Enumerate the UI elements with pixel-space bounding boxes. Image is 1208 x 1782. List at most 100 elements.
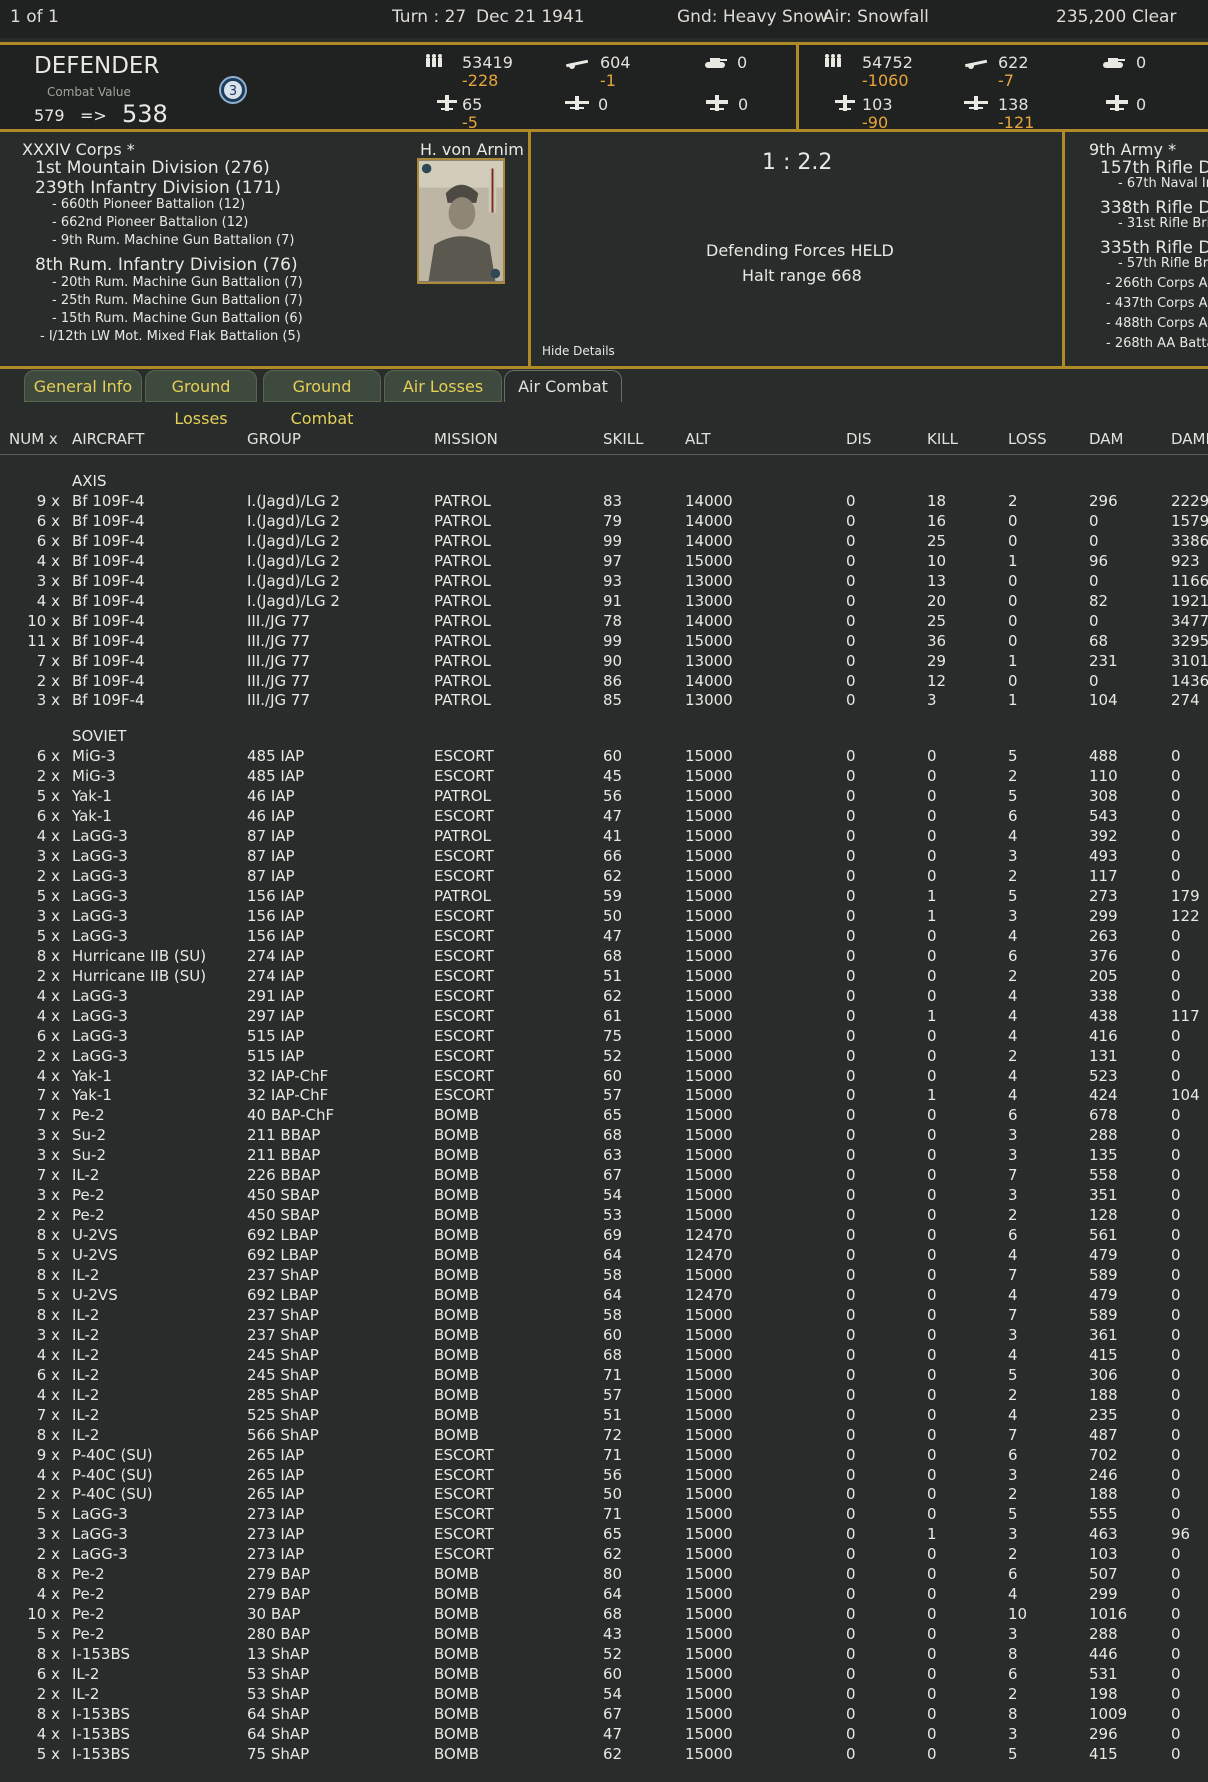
table-row[interactable]: 10 x Bf 109F-4 III./JG 77 PATROL 78 14000 0 25 0… xyxy=(0,612,1208,632)
table-row[interactable]: 8 x I-153BS 64 ShAP BOMB 67 15000 0 0 8 1009 0 xyxy=(0,1705,1208,1725)
table-row[interactable]: 3 x Bf 109F-4 I.(Jagd)/LG 2 PATROL 93 13000 0 1… xyxy=(0,572,1208,592)
subunit-entry[interactable]: - 67th Naval Inf xyxy=(1118,176,1208,191)
table-row[interactable]: 3 x Pe-2 450 SBAP BOMB 54 15000 0 0 3 351 0 xyxy=(0,1186,1208,1206)
table-row[interactable]: 6 x LaGG-3 515 IAP ESCORT 75 15000 0 0 4 416 0 xyxy=(0,1027,1208,1047)
table-row[interactable]: 9 x P-40C (SU) 265 IAP ESCORT 71 15000 0 0 6 702 0 xyxy=(0,1446,1208,1466)
subunit-entry[interactable]: - 268th AA Battali xyxy=(1106,336,1208,351)
table-row[interactable]: 6 x MiG-3 485 IAP ESCORT 60 15000 0 0 5 488 0 xyxy=(0,747,1208,767)
column-header-kill[interactable]: KILL xyxy=(927,430,958,448)
table-row[interactable]: 4 x LaGG-3 291 IAP ESCORT 62 15000 0 0 4 338 0 xyxy=(0,987,1208,1007)
table-row[interactable]: 6 x Yak-1 46 IAP ESCORT 47 15000 0 0 6 543 0 xyxy=(0,807,1208,827)
table-row[interactable]: 6 x Bf 109F-4 I.(Jagd)/LG 2 PATROL 79 14000 0 1… xyxy=(0,512,1208,532)
subunit-entry[interactable]: - 9th Rum. Machine Gun Battalion (7) xyxy=(52,233,294,248)
table-row[interactable]: 5 x LaGG-3 156 IAP PATROL 59 15000 0 1 5 273 179 xyxy=(0,887,1208,907)
table-row[interactable]: 4 x LaGG-3 87 IAP PATROL 41 15000 0 0 4 392 0 xyxy=(0,827,1208,847)
table-row[interactable]: 7 x IL-2 525 ShAP BOMB 51 15000 0 0 4 235 0 xyxy=(0,1406,1208,1426)
column-header-dam[interactable]: DAM xyxy=(1089,430,1124,448)
table-row[interactable]: 3 x LaGG-3 156 IAP ESCORT 50 15000 0 1 3 299 122 xyxy=(0,907,1208,927)
table-row[interactable]: 11 x Bf 109F-4 III./JG 77 PATROL 99 15000 0 36 0… xyxy=(0,632,1208,652)
column-header-mission[interactable]: MISSION xyxy=(434,430,498,448)
tab-air-combat[interactable]: Air Combat xyxy=(504,370,622,402)
hide-details-link[interactable]: Hide Details xyxy=(542,344,615,358)
table-row[interactable]: 7 x Yak-1 32 IAP-ChF ESCORT 57 15000 0 1 4 424 104 xyxy=(0,1086,1208,1106)
table-row[interactable]: 2 x LaGG-3 273 IAP ESCORT 62 15000 0 0 2 103 0 xyxy=(0,1545,1208,1565)
table-row[interactable]: 2 x LaGG-3 87 IAP ESCORT 62 15000 0 0 2 117 0 xyxy=(0,867,1208,887)
table-row[interactable]: 2 x MiG-3 485 IAP ESCORT 45 15000 0 0 2 110 0 xyxy=(0,767,1208,787)
table-row[interactable]: 6 x IL-2 53 ShAP BOMB 60 15000 0 0 6 531 0 xyxy=(0,1665,1208,1685)
table-row[interactable]: 2 x Pe-2 450 SBAP BOMB 53 15000 0 0 2 128 0 xyxy=(0,1206,1208,1226)
table-row[interactable]: 4 x Pe-2 279 BAP BOMB 64 15000 0 0 4 299 0 xyxy=(0,1585,1208,1605)
table-row[interactable]: 7 x IL-2 226 BBAP BOMB 67 15000 0 0 7 558 0 xyxy=(0,1166,1208,1186)
column-header-aircraft[interactable]: AIRCRAFT xyxy=(72,430,144,448)
table-row[interactable]: 5 x LaGG-3 273 IAP ESCORT 71 15000 0 0 5 555 0 xyxy=(0,1505,1208,1525)
table-row[interactable]: 8 x U-2VS 692 LBAP BOMB 69 12470 0 0 6 561 0 xyxy=(0,1226,1208,1246)
subunit-entry[interactable]: - 662nd Pioneer Battalion (12) xyxy=(52,215,248,230)
table-row[interactable]: 3 x IL-2 237 ShAP BOMB 60 15000 0 0 3 361 0 xyxy=(0,1326,1208,1346)
table-row[interactable]: 8 x Hurricane IIB (SU) 274 IAP ESCORT 68 1500… xyxy=(0,947,1208,967)
right-hq-label[interactable]: 9th Army * xyxy=(1089,140,1176,159)
table-row[interactable]: 7 x Pe-2 40 BAP-ChF BOMB 65 15000 0 0 6 678 0 xyxy=(0,1106,1208,1126)
table-row[interactable]: 2 x Bf 109F-4 III./JG 77 PATROL 86 14000 0 12 0 0… xyxy=(0,672,1208,692)
table-row[interactable]: 10 x Pe-2 30 BAP BOMB 68 15000 0 0 10 1016 0 xyxy=(0,1605,1208,1625)
table-row[interactable]: 2 x Hurricane IIB (SU) 274 IAP ESCORT 51 1500… xyxy=(0,967,1208,987)
table-row[interactable]: 3 x Su-2 211 BBAP BOMB 68 15000 0 0 3 288 0 xyxy=(0,1126,1208,1146)
table-row[interactable]: 4 x P-40C (SU) 265 IAP ESCORT 56 15000 0 0 3 246 0 xyxy=(0,1466,1208,1486)
subunit-entry[interactable]: - 25th Rum. Machine Gun Battalion (7) xyxy=(52,293,303,308)
table-row[interactable]: 3 x Su-2 211 BBAP BOMB 63 15000 0 0 3 135 0 xyxy=(0,1146,1208,1166)
tab-general-info[interactable]: General Info xyxy=(24,370,142,402)
table-row[interactable]: 7 x Bf 109F-4 III./JG 77 PATROL 90 13000 0 29 1 2… xyxy=(0,652,1208,672)
table-row[interactable]: 8 x IL-2 237 ShAP BOMB 58 15000 0 0 7 589 0 xyxy=(0,1306,1208,1326)
table-row[interactable]: 5 x I-153BS 75 ShAP BOMB 62 15000 0 0 5 415 0 xyxy=(0,1745,1208,1765)
column-header-damd[interactable]: DAMD xyxy=(1171,430,1208,448)
subunit-entry[interactable]: - 57th Rifle Brig xyxy=(1118,256,1208,271)
unit-entry[interactable]: 335th Rifle Div xyxy=(1100,238,1208,258)
table-row[interactable]: 5 x Pe-2 280 BAP BOMB 43 15000 0 0 3 288 0 xyxy=(0,1625,1208,1645)
table-row[interactable]: 5 x LaGG-3 156 IAP ESCORT 47 15000 0 0 4 263 0 xyxy=(0,927,1208,947)
table-row[interactable]: 4 x Bf 109F-4 I.(Jagd)/LG 2 PATROL 97 15000 0 1… xyxy=(0,552,1208,572)
table-row[interactable]: 2 x P-40C (SU) 265 IAP ESCORT 50 15000 0 0 2 188 0 xyxy=(0,1485,1208,1505)
subunit-entry[interactable]: - 31st Rifle Brig xyxy=(1118,216,1208,231)
unit-entry[interactable]: 8th Rum. Infantry Division (76) xyxy=(35,255,298,275)
subunit-entry[interactable]: - I/12th LW Mot. Mixed Flak Battalion (5… xyxy=(40,329,301,344)
tab-ground-combat[interactable]: Ground Combat xyxy=(263,370,381,428)
tab-air-losses[interactable]: Air Losses xyxy=(384,370,502,402)
subunit-entry[interactable]: - 266th Corps Arti xyxy=(1106,276,1208,291)
table-row[interactable]: 5 x U-2VS 692 LBAP BOMB 64 12470 0 0 4 479 0 xyxy=(0,1286,1208,1306)
commander-portrait[interactable] xyxy=(417,158,505,284)
unit-entry[interactable]: 157th Rifle Div xyxy=(1100,158,1208,178)
table-row[interactable]: 3 x LaGG-3 273 IAP ESCORT 65 15000 0 1 3 463 96 xyxy=(0,1525,1208,1545)
column-header-alt[interactable]: ALT xyxy=(685,430,711,448)
table-row[interactable]: 3 x Bf 109F-4 III./JG 77 PATROL 85 13000 0 3 1 10… xyxy=(0,691,1208,711)
subunit-entry[interactable]: - 660th Pioneer Battalion (12) xyxy=(52,197,245,212)
table-row[interactable]: 4 x IL-2 245 ShAP BOMB 68 15000 0 0 4 415 0 xyxy=(0,1346,1208,1366)
table-row[interactable]: 5 x U-2VS 692 LBAP BOMB 64 12470 0 0 4 479 0 xyxy=(0,1246,1208,1266)
table-row[interactable]: 4 x IL-2 285 ShAP BOMB 57 15000 0 0 2 188 0 xyxy=(0,1386,1208,1406)
column-header-group[interactable]: GROUP xyxy=(247,430,301,448)
column-header-dis[interactable]: DIS xyxy=(846,430,872,448)
table-row[interactable]: 5 x Yak-1 46 IAP PATROL 56 15000 0 0 5 308 0 xyxy=(0,787,1208,807)
table-row[interactable]: 8 x I-153BS 13 ShAP BOMB 52 15000 0 0 8 446 0 xyxy=(0,1645,1208,1665)
table-row[interactable]: 4 x I-153BS 64 ShAP BOMB 47 15000 0 0 3 296 0 xyxy=(0,1725,1208,1745)
table-row[interactable]: 4 x Bf 109F-4 I.(Jagd)/LG 2 PATROL 91 13000 0 2… xyxy=(0,592,1208,612)
tab-ground-losses[interactable]: Ground Losses xyxy=(145,370,257,428)
unit-entry[interactable]: 239th Infantry Division (171) xyxy=(35,178,281,198)
subunit-entry[interactable]: - 488th Corps Arti xyxy=(1106,316,1208,331)
table-row[interactable]: 6 x Bf 109F-4 I.(Jagd)/LG 2 PATROL 99 14000 0 2… xyxy=(0,532,1208,552)
table-row[interactable]: 8 x Pe-2 279 BAP BOMB 80 15000 0 0 6 507 0 xyxy=(0,1565,1208,1585)
left-hq-label[interactable]: XXXIV Corps * xyxy=(22,140,135,159)
subunit-entry[interactable]: - 437th Corps Arti xyxy=(1106,296,1208,311)
table-row[interactable]: 4 x Yak-1 32 IAP-ChF ESCORT 60 15000 0 0 4 523 0 xyxy=(0,1067,1208,1087)
column-header-loss[interactable]: LOSS xyxy=(1008,430,1047,448)
table-row[interactable]: 3 x LaGG-3 87 IAP ESCORT 66 15000 0 0 3 493 0 xyxy=(0,847,1208,867)
column-header-skill[interactable]: SKILL xyxy=(603,430,644,448)
table-row[interactable]: 4 x LaGG-3 297 IAP ESCORT 61 15000 0 1 4 438 117 xyxy=(0,1007,1208,1027)
table-row[interactable]: 2 x IL-2 53 ShAP BOMB 54 15000 0 0 2 198 0 xyxy=(0,1685,1208,1705)
table-row[interactable]: 2 x LaGG-3 515 IAP ESCORT 52 15000 0 0 2 131 0 xyxy=(0,1047,1208,1067)
subunit-entry[interactable]: - 15th Rum. Machine Gun Battalion (6) xyxy=(52,311,303,326)
column-header-num[interactable]: NUM x xyxy=(9,430,58,448)
table-row[interactable]: 8 x IL-2 237 ShAP BOMB 58 15000 0 0 7 589 0 xyxy=(0,1266,1208,1286)
table-row[interactable]: 6 x IL-2 245 ShAP BOMB 71 15000 0 0 5 306 0 xyxy=(0,1366,1208,1386)
unit-entry[interactable]: 1st Mountain Division (276) xyxy=(35,158,270,178)
table-row[interactable]: 9 x Bf 109F-4 I.(Jagd)/LG 2 PATROL 83 14000 0 1… xyxy=(0,492,1208,512)
unit-entry[interactable]: 338th Rifle Div xyxy=(1100,198,1208,218)
